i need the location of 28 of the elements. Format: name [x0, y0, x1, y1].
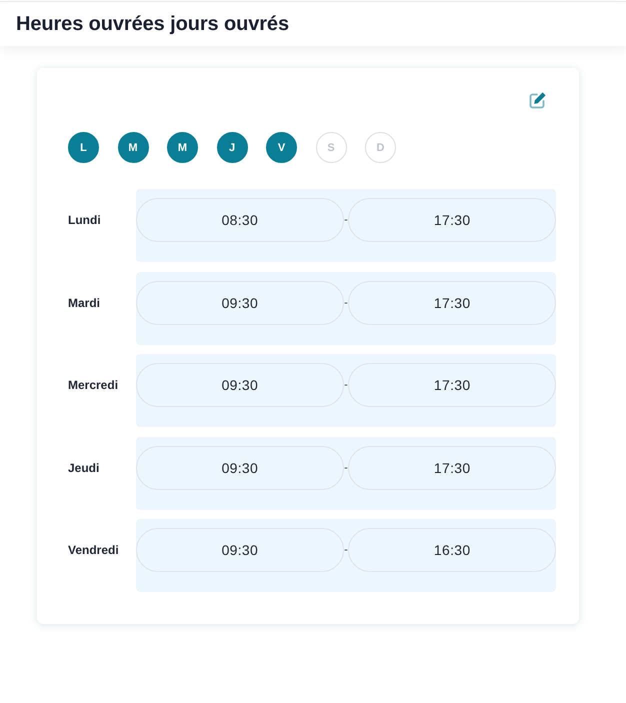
range-separator: - [344, 379, 348, 391]
weekday-toggle[interactable]: V [266, 132, 297, 163]
start-time-field[interactable]: 09:30 [136, 446, 344, 490]
weekday-toggle[interactable]: J [216, 132, 248, 163]
start-time-field[interactable]: 09:30 [136, 528, 344, 572]
day-label: Mercredi [68, 377, 120, 394]
page-title: Heures ouvrées jours ouvrés [16, 12, 289, 36]
edit-icon [528, 91, 547, 110]
start-time-field[interactable]: 09:30 [136, 280, 344, 324]
range-separator: - [344, 544, 348, 556]
end-time-field[interactable]: 17:30 [348, 446, 556, 490]
end-time-field[interactable]: 17:30 [348, 280, 556, 324]
edit-button[interactable] [528, 91, 547, 110]
day-label: Jeudi [68, 460, 100, 476]
day-label: Mardi [68, 294, 102, 312]
end-time-field[interactable]: 17:30 [348, 198, 556, 242]
range-separator: - [344, 296, 348, 308]
range-separator: - [344, 462, 348, 474]
end-time-field[interactable]: 16:30 [348, 528, 556, 572]
weekday-toggle[interactable]: M [167, 132, 198, 163]
end-time-field[interactable]: 17:30 [348, 363, 556, 407]
start-time-field[interactable]: 09:30 [136, 363, 344, 407]
range-separator: - [344, 214, 348, 226]
day-label: Vendredi [68, 542, 120, 559]
day-label: Lundi [68, 212, 102, 229]
weekday-toggle[interactable]: M [118, 132, 148, 163]
weekday-toggle[interactable]: L [68, 132, 99, 163]
start-time-field[interactable]: 08:30 [136, 198, 344, 242]
